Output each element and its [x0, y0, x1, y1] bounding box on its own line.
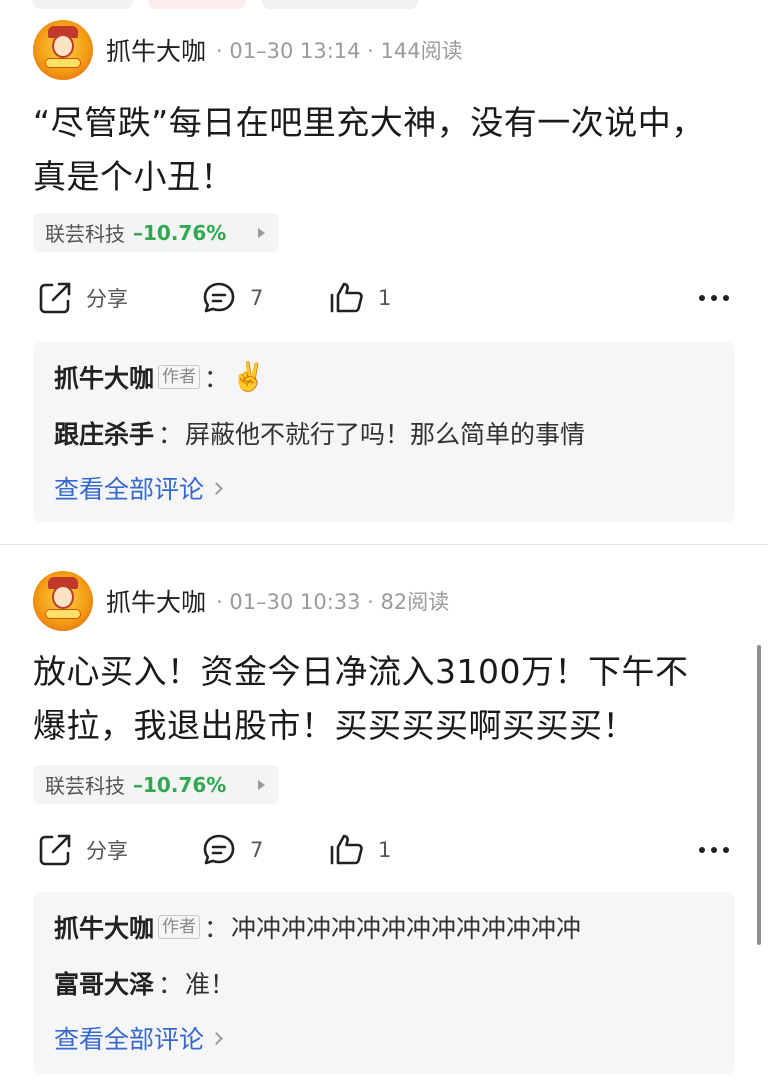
post-content-line: 真是个小丑！ — [33, 157, 234, 196]
post-divider — [0, 544, 768, 545]
author-badge: 作者 — [158, 915, 201, 939]
more-icon — [699, 847, 729, 853]
like-count: 1 — [378, 838, 392, 862]
avatar[interactable] — [33, 20, 93, 80]
stock-arrow-icon — [258, 779, 265, 790]
view-all-label: 查看全部评论 — [54, 1025, 205, 1054]
post-content-line: 放心买入！资金今日净流入3100万！下午不 — [33, 652, 689, 691]
more-button[interactable] — [698, 828, 730, 872]
stock-arrow-icon — [258, 227, 265, 238]
like-button[interactable]: 1 — [328, 276, 391, 320]
comment-author[interactable]: 抓牛大咖 — [54, 359, 154, 395]
more-button[interactable] — [698, 276, 730, 320]
like-count: 1 — [378, 286, 392, 310]
avatar-face — [52, 34, 74, 58]
scrollbar[interactable] — [757, 645, 761, 945]
post-content[interactable]: “尽管跌”每日在吧里充大神，没有一次说中， 真是个小丑！ — [33, 96, 733, 204]
comment-row: 富哥大泽 ： 准！ — [54, 965, 235, 1001]
comment-colon: ： — [158, 420, 184, 449]
like-button[interactable]: 1 — [328, 828, 391, 872]
comment-row: 跟庄杀手 ： 屏蔽他不就行了吗！那么简单的事情 — [54, 415, 585, 451]
view-all-label: 查看全部评论 — [54, 475, 205, 504]
previous-post-tag — [262, 0, 418, 9]
comment-button[interactable]: 7 — [200, 828, 263, 872]
chevron-right-icon — [210, 1031, 223, 1045]
comment-button[interactable]: 7 — [200, 276, 263, 320]
share-label: 分享 — [86, 839, 128, 863]
share-icon — [39, 282, 71, 314]
author-name[interactable]: 抓牛大咖 — [106, 583, 206, 619]
comment-preview-box[interactable]: 抓牛大咖 作者 ： ✌️ 跟庄杀手 ： 屏蔽他不就行了吗！那么简单的事情 查看全… — [33, 342, 735, 522]
author-name[interactable]: 抓牛大咖 — [106, 32, 206, 68]
share-icon — [39, 834, 71, 866]
comment-author[interactable]: 跟庄杀手 — [54, 415, 154, 451]
post-content-line: “尽管跌”每日在吧里充大神，没有一次说中， — [33, 103, 705, 142]
avatar-gold — [45, 58, 81, 68]
like-icon — [330, 282, 363, 313]
comment-colon: ： — [204, 914, 230, 943]
avatar-face — [52, 585, 74, 609]
comment-author[interactable]: 抓牛大咖 — [54, 909, 154, 945]
view-all-comments-link[interactable]: 查看全部评论 — [54, 1020, 223, 1056]
share-button[interactable]: 分享 — [36, 276, 128, 320]
chevron-right-icon — [210, 481, 223, 495]
stock-name: 联芸科技 — [45, 774, 125, 798]
stock-tag[interactable]: 联芸科技 –10.76% — [33, 213, 279, 252]
post-meta: · 01–30 10:33 · 82阅读 — [216, 590, 450, 614]
comment-colon: ： — [158, 970, 184, 999]
stock-tag[interactable]: 联芸科技 –10.76% — [33, 765, 279, 804]
comment-text: 屏蔽他不就行了吗！那么简单的事情 — [185, 420, 586, 449]
comment-count: 7 — [250, 838, 264, 862]
share-button[interactable]: 分享 — [36, 828, 128, 872]
comment-text: 冲冲冲冲冲冲冲冲冲冲冲冲冲冲 — [231, 914, 582, 943]
like-icon — [330, 834, 363, 865]
comment-colon: ： — [204, 364, 230, 393]
comment-text: 准！ — [185, 970, 236, 999]
stock-name: 联芸科技 — [45, 222, 125, 246]
comment-count: 7 — [250, 286, 264, 310]
action-bar: 分享 7 1 — [0, 828, 768, 872]
share-label: 分享 — [86, 287, 128, 311]
comment-row: 抓牛大咖 作者 ： ✌️ — [54, 359, 266, 395]
stock-change: –10.76% — [133, 772, 227, 797]
avatar[interactable] — [33, 571, 93, 631]
post-content-line: 爆拉，我退出股市！买买买买啊买买买！ — [33, 706, 636, 745]
view-all-comments-link[interactable]: 查看全部评论 — [54, 470, 223, 506]
comment-icon — [203, 282, 235, 313]
author-badge: 作者 — [158, 365, 201, 389]
action-bar: 分享 7 1 — [0, 276, 768, 320]
stock-change: –10.76% — [133, 220, 227, 245]
comment-row: 抓牛大咖 作者 ： 冲冲冲冲冲冲冲冲冲冲冲冲冲冲 — [54, 909, 581, 945]
post-header: 抓牛大咖 · 01–30 10:33 · 82阅读 — [33, 567, 449, 635]
previous-post-tag — [148, 0, 246, 9]
post-content[interactable]: 放心买入！资金今日净流入3100万！下午不 爆拉，我退出股市！买买买买啊买买买！ — [33, 645, 733, 753]
post-header: 抓牛大咖 · 01–30 13:14 · 144阅读 — [33, 16, 463, 84]
previous-post-tag — [33, 0, 133, 9]
comment-author[interactable]: 富哥大泽 — [54, 965, 154, 1001]
avatar-gold — [45, 609, 81, 619]
comment-preview-box[interactable]: 抓牛大咖 作者 ： 冲冲冲冲冲冲冲冲冲冲冲冲冲冲 富哥大泽 ： 准！ 查看全部评… — [33, 892, 735, 1074]
post-meta: · 01–30 13:14 · 144阅读 — [216, 39, 463, 63]
comment-text: ✌️ — [231, 360, 266, 393]
comment-icon — [203, 834, 235, 865]
more-icon — [699, 295, 729, 301]
